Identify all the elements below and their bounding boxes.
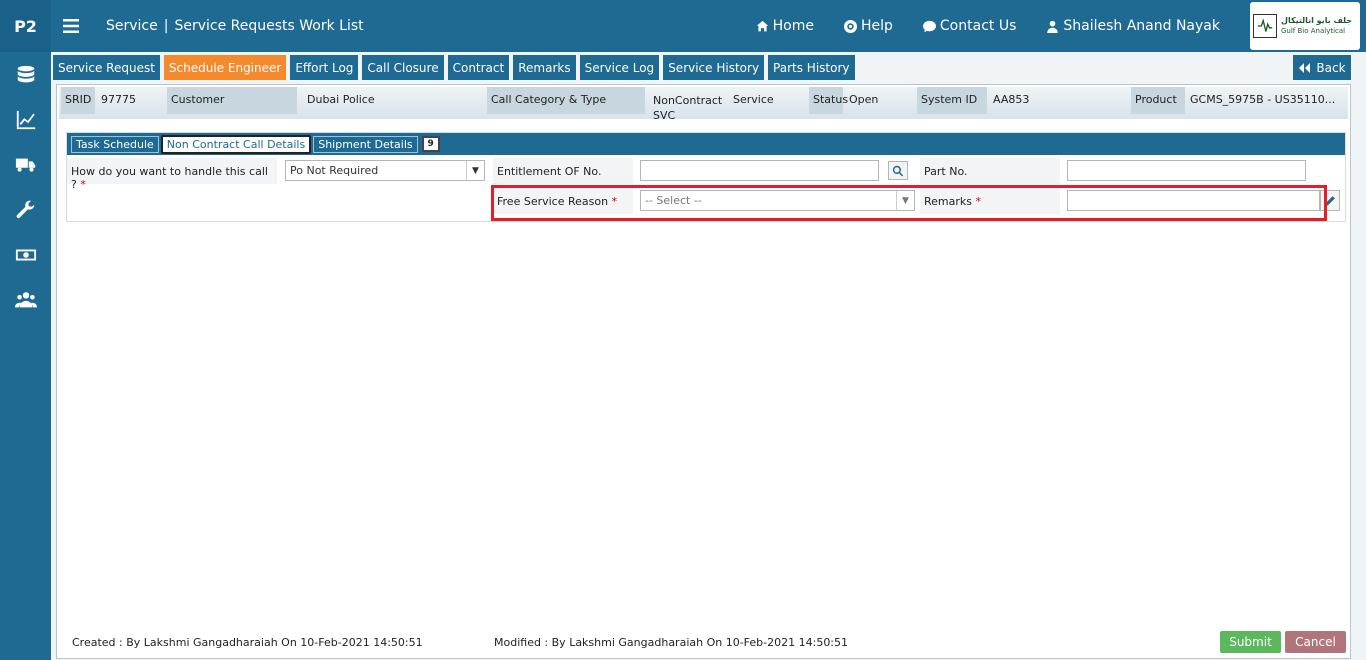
double-chevron-left-icon bbox=[1299, 62, 1311, 73]
system-id-label: System ID bbox=[917, 87, 987, 114]
system-id-value: AA853 bbox=[993, 93, 1030, 106]
category-label: Call Category & Type bbox=[487, 87, 645, 114]
logo-english-text: Gulf Bio Analytical bbox=[1281, 26, 1346, 35]
truck-icon[interactable] bbox=[0, 142, 51, 187]
title-separator: | bbox=[163, 18, 169, 34]
remarks-label: Remarks * bbox=[920, 188, 1060, 214]
brand-logo[interactable]: P2 bbox=[0, 0, 51, 52]
part-no-label: Part No. bbox=[920, 158, 1060, 184]
tab-bar: Service Request Schedule Engineer Effort… bbox=[53, 55, 855, 80]
calendar-icon[interactable]: 9 bbox=[421, 136, 440, 152]
free-service-reason-text: Free Service Reason bbox=[497, 195, 609, 208]
status-value: Open bbox=[849, 93, 879, 106]
home-link[interactable]: Home bbox=[756, 18, 814, 34]
edit-remarks-button[interactable] bbox=[1320, 190, 1340, 211]
back-label: Back bbox=[1316, 60, 1346, 75]
tab-schedule-engineer[interactable]: Schedule Engineer bbox=[163, 55, 287, 80]
home-icon bbox=[756, 20, 768, 31]
customer-label: Customer bbox=[167, 87, 297, 114]
handle-call-label: How do you want to handle this call ? * bbox=[67, 158, 277, 191]
tab-service-history[interactable]: Service History bbox=[663, 55, 765, 80]
page-name: Service Requests Work List bbox=[174, 18, 364, 34]
free-service-reason-select[interactable]: -- Select -- ▼ bbox=[640, 190, 915, 211]
chart-line-icon[interactable] bbox=[0, 97, 51, 142]
tab-remarks[interactable]: Remarks bbox=[513, 55, 576, 80]
srid-label: SRID bbox=[61, 87, 95, 114]
main-content: Service Request Schedule Engineer Effort… bbox=[51, 52, 1366, 660]
home-label: Home bbox=[772, 18, 814, 34]
search-button[interactable] bbox=[888, 161, 908, 180]
dropdown-arrow-icon: ▼ bbox=[466, 161, 484, 180]
pencil-icon bbox=[1325, 195, 1335, 205]
top-header: Service | Service Requests Work List Home … bbox=[51, 0, 1366, 52]
wrench-icon[interactable] bbox=[0, 187, 51, 232]
chat-icon bbox=[922, 20, 936, 32]
contact-link[interactable]: Contact Us bbox=[922, 18, 1017, 34]
part-no-input[interactable] bbox=[1067, 160, 1306, 181]
product-label: Product bbox=[1131, 87, 1185, 114]
tab-call-closure[interactable]: Call Closure bbox=[362, 55, 444, 80]
subtab-shipment-details[interactable]: Shipment Details bbox=[313, 135, 418, 153]
money-icon[interactable] bbox=[0, 232, 51, 277]
handle-call-select[interactable]: Po Not Required ▼ bbox=[285, 160, 485, 181]
menu-toggle-icon[interactable] bbox=[51, 19, 91, 33]
page-title: Service | Service Requests Work List bbox=[106, 18, 364, 34]
tab-service-log[interactable]: Service Log bbox=[579, 55, 660, 80]
modified-info: Modified : By Lakshmi Gangadharaiah On 1… bbox=[494, 636, 849, 649]
status-label: Status bbox=[809, 87, 848, 114]
logo-arabic-text: جلف بايو انالتيكال bbox=[1281, 16, 1353, 26]
customer-value: Dubai Police bbox=[307, 93, 375, 106]
help-label: Help bbox=[860, 18, 893, 34]
required-mark: * bbox=[611, 195, 618, 208]
entitlement-input[interactable] bbox=[640, 160, 879, 181]
users-icon[interactable] bbox=[0, 277, 51, 322]
tab-effort-log[interactable]: Effort Log bbox=[290, 55, 359, 80]
logo-mark-icon bbox=[1253, 14, 1277, 38]
contact-label: Contact Us bbox=[939, 18, 1017, 34]
srid-value: 97775 bbox=[101, 93, 136, 106]
subtab-task-schedule[interactable]: Task Schedule bbox=[71, 135, 159, 153]
remarks-input[interactable] bbox=[1067, 190, 1320, 211]
help-link[interactable]: Help bbox=[843, 18, 893, 34]
tab-parts-history[interactable]: Parts History bbox=[768, 55, 855, 80]
lifebuoy-icon bbox=[843, 19, 857, 33]
record-footer: Created : By Lakshmi Gangadharaiah On 10… bbox=[56, 627, 1351, 657]
subtab-non-contract-call-details[interactable]: Non Contract Call Details bbox=[160, 134, 312, 154]
dropdown-arrow-icon: ▼ bbox=[896, 191, 914, 210]
tab-service-request[interactable]: Service Request bbox=[53, 55, 160, 80]
free-service-reason-label: Free Service Reason * bbox=[493, 188, 633, 214]
handle-call-value: Po Not Required bbox=[290, 164, 379, 177]
database-icon[interactable] bbox=[0, 52, 51, 97]
submit-button[interactable]: Submit bbox=[1220, 631, 1281, 653]
company-logo: جلف بايو انالتيكال Gulf Bio Analytical bbox=[1250, 2, 1360, 50]
type-value: Service bbox=[733, 93, 774, 106]
free-service-reason-placeholder: -- Select -- bbox=[645, 194, 702, 207]
entitlement-label: Entitlement OF No. bbox=[493, 158, 633, 184]
sidebar: P2 bbox=[0, 0, 51, 660]
service-request-panel: SRID 97775 Customer Dubai Police Call Ca… bbox=[56, 84, 1351, 659]
subtab-bar: Task Schedule Non Contract Call Details … bbox=[67, 133, 1345, 155]
tab-contract[interactable]: Contract bbox=[447, 55, 510, 80]
required-mark: * bbox=[975, 195, 982, 208]
required-mark: * bbox=[80, 178, 86, 191]
back-button[interactable]: Back bbox=[1293, 55, 1351, 80]
request-info-bar: SRID 97775 Customer Dubai Police Call Ca… bbox=[59, 87, 1348, 122]
handle-call-text: How do you want to handle this call ? bbox=[71, 165, 268, 191]
category-value: NonContract SVC bbox=[653, 94, 723, 122]
product-value: GCMS_5975B - US35110... bbox=[1190, 93, 1336, 106]
user-name: Shailesh Anand Nayak bbox=[1063, 18, 1220, 34]
search-icon bbox=[892, 165, 904, 176]
call-details-form: Task Schedule Non Contract Call Details … bbox=[66, 132, 1346, 222]
cancel-button[interactable]: Cancel bbox=[1285, 631, 1346, 653]
user-icon bbox=[1047, 20, 1059, 33]
created-info: Created : By Lakshmi Gangadharaiah On 10… bbox=[72, 636, 423, 649]
remarks-text: Remarks bbox=[924, 195, 972, 208]
user-menu[interactable]: Shailesh Anand Nayak bbox=[1046, 18, 1220, 34]
module-name: Service bbox=[106, 18, 158, 34]
